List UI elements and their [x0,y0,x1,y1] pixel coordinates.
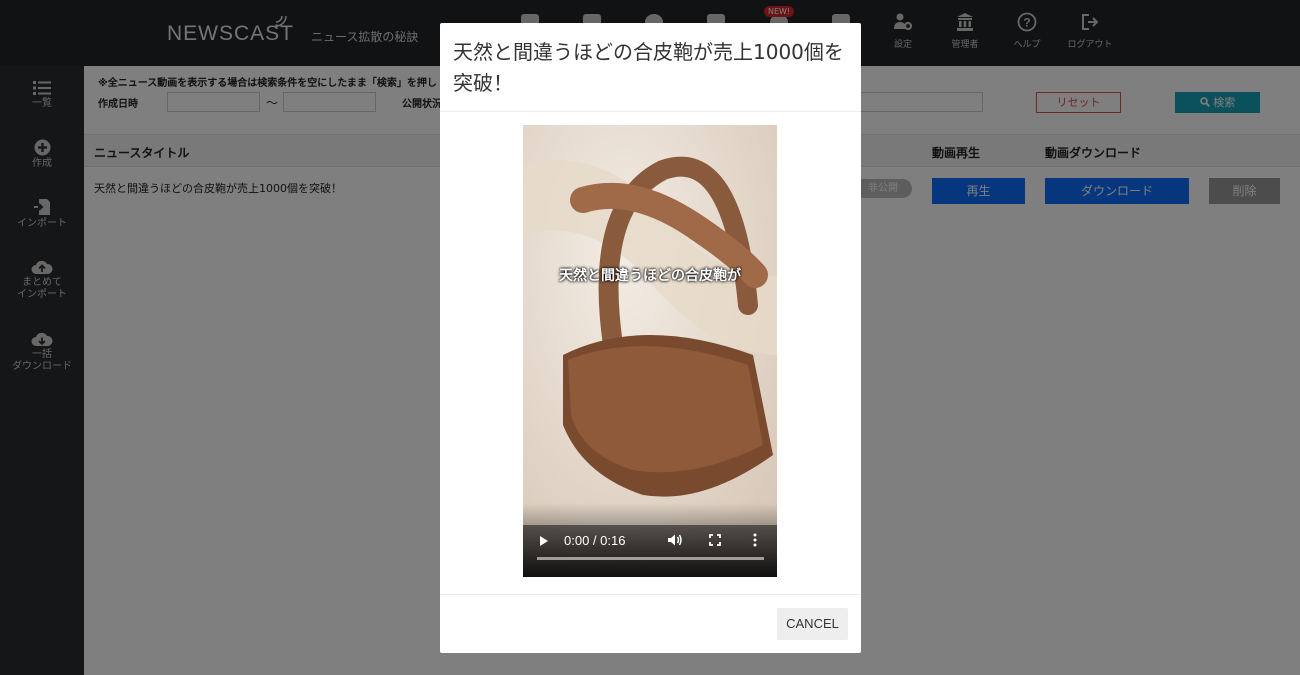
modal-divider [440,594,861,595]
cancel-button[interactable]: CANCEL [777,608,848,640]
video-time: 0:00 / 0:16 [564,533,626,548]
modal-divider [440,111,861,112]
video-progress-bar[interactable] [537,557,764,560]
video-player[interactable]: 天然と間違うほどの合皮鞄が 0:00 / 0:16 [523,125,777,577]
play-icon[interactable] [539,535,549,547]
modal-title: 天然と間違うほどの合皮鞄が売上1000個を突破！ [453,40,844,95]
volume-icon[interactable] [667,533,683,547]
video-modal: 天然と間違うほどの合皮鞄が売上1000個を突破！ 天然と間違うほどの合皮鞄が 0… [440,23,861,653]
video-controls: 0:00 / 0:16 [523,503,777,577]
more-options-icon[interactable] [753,533,757,547]
video-caption: 天然と間違うほどの合皮鞄が [559,268,741,284]
fullscreen-icon[interactable] [709,534,721,546]
